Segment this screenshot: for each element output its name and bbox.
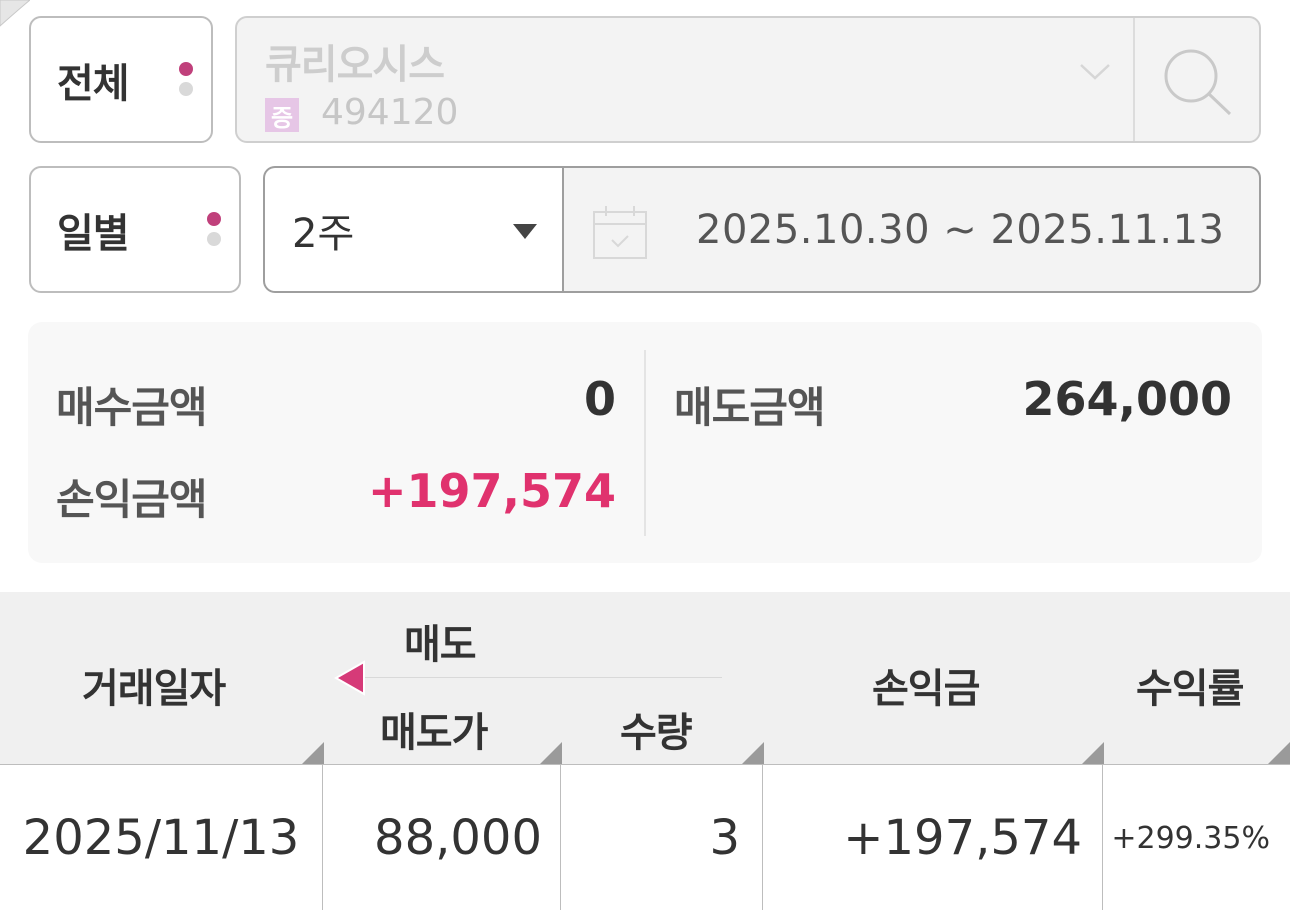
column-header-pnl[interactable]: 손익금 bbox=[872, 656, 980, 714]
table-header: 거래일자 매도 매도가 수량 손익금 수익률 bbox=[0, 592, 1290, 764]
chevron-down-icon[interactable] bbox=[1079, 62, 1111, 82]
cell-quantity: 3 bbox=[709, 810, 740, 866]
sort-corner-icon bbox=[302, 742, 324, 764]
buy-amount-value: 0 bbox=[583, 372, 616, 426]
period-unit-button[interactable]: 일별 bbox=[29, 166, 241, 293]
toggle-dots-icon bbox=[179, 62, 195, 102]
cell-sell-price: 88,000 bbox=[374, 810, 542, 866]
period-unit-label: 일별 bbox=[57, 210, 130, 257]
stock-market-badge: 증 bbox=[265, 98, 299, 132]
pnl-amount-label: 손익금액 bbox=[56, 475, 208, 524]
range-value: 2주 bbox=[292, 210, 355, 257]
scope-selector-button[interactable]: 전체 bbox=[29, 16, 213, 143]
cell-date: 2025/11/13 bbox=[22, 810, 300, 866]
sort-corner-icon bbox=[540, 742, 562, 764]
corner-fold-decoration bbox=[0, 0, 30, 27]
stock-code: 494120 bbox=[321, 92, 459, 133]
sell-amount-value: 264,000 bbox=[1022, 372, 1232, 426]
summary-panel: 매수금액 0 손익금액 +197,574 매도금액 264,000 bbox=[28, 322, 1262, 563]
stock-name: 큐리오시스 bbox=[265, 42, 445, 88]
calendar-icon[interactable] bbox=[592, 204, 648, 260]
cell-return-rate: +299.35% bbox=[1111, 820, 1270, 856]
range-select[interactable]: 2주 bbox=[263, 166, 565, 293]
date-range-text: 2025.10.30 ~ 2025.11.13 bbox=[696, 206, 1225, 253]
search-icon[interactable] bbox=[1163, 48, 1233, 118]
date-range-field[interactable]: 2025.10.30 ~ 2025.11.13 bbox=[562, 166, 1261, 293]
header-group-divider bbox=[336, 677, 722, 678]
scope-label: 전체 bbox=[57, 60, 130, 107]
triangle-left-icon[interactable] bbox=[332, 658, 368, 698]
cell-pnl: +197,574 bbox=[843, 810, 1082, 866]
buy-amount-label: 매수금액 bbox=[56, 383, 208, 432]
stock-box-divider bbox=[1133, 18, 1135, 141]
column-group-sell: 매도 bbox=[404, 622, 477, 668]
sort-corner-icon bbox=[1082, 742, 1104, 764]
pnl-amount-value: +197,574 bbox=[367, 464, 616, 518]
column-header-return-rate[interactable]: 수익률 bbox=[1136, 656, 1244, 714]
toggle-dots-icon bbox=[207, 212, 223, 252]
sort-corner-icon bbox=[1268, 742, 1290, 764]
column-header-quantity[interactable]: 수량 bbox=[620, 700, 693, 758]
summary-divider bbox=[644, 350, 646, 536]
column-header-sell-price[interactable]: 매도가 bbox=[380, 700, 488, 758]
sort-corner-icon bbox=[742, 742, 764, 764]
stock-selector[interactable]: 큐리오시스 증 494120 bbox=[235, 16, 1261, 143]
sell-amount-label: 매도금액 bbox=[674, 383, 826, 432]
caret-down-icon bbox=[513, 224, 537, 239]
table-row[interactable]: 2025/11/13 88,000 3 +197,574 +299.35% bbox=[0, 764, 1290, 910]
column-header-date[interactable]: 거래일자 bbox=[82, 656, 226, 714]
